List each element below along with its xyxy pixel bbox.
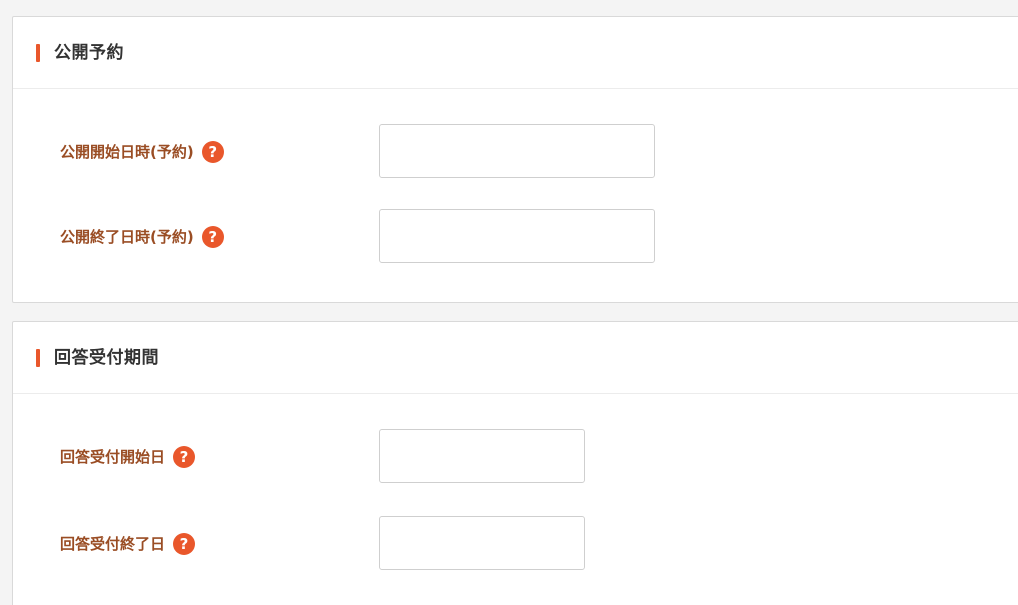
panel-header: 公開予約 [13, 17, 1018, 89]
answer-end-row: 回答受付終了日 ? [13, 516, 1018, 572]
help-icon[interactable]: ? [201, 226, 224, 248]
panel-header: 回答受付期間 [13, 322, 1018, 394]
answer-start-row: 回答受付開始日 ? [13, 429, 1018, 485]
publish-start-label: 公開開始日時(予約) [60, 143, 194, 161]
section-accent-bar [36, 349, 40, 367]
answer-start-input[interactable] [379, 429, 585, 483]
answer-period-panel: 回答受付期間 回答受付開始日 ? 回答受付終了日 ? [12, 321, 1018, 605]
help-icon[interactable]: ? [201, 141, 224, 163]
section-accent-bar [36, 44, 40, 62]
help-icon[interactable]: ? [173, 533, 196, 555]
field-label-wrapper: 公開終了日時(予約) ? [60, 224, 224, 250]
answer-end-input[interactable] [379, 516, 585, 570]
publish-end-label: 公開終了日時(予約) [60, 228, 194, 246]
publish-start-row: 公開開始日時(予約) ? [13, 124, 1018, 180]
help-icon[interactable]: ? [173, 446, 196, 468]
section-title: 公開予約 [54, 43, 124, 63]
publish-end-input[interactable] [379, 209, 655, 263]
publish-schedule-panel: 公開予約 公開開始日時(予約) ? 公開終了日時(予約) ? [12, 16, 1018, 303]
publish-end-row: 公開終了日時(予約) ? [13, 209, 1018, 265]
publish-start-input[interactable] [379, 124, 655, 178]
section-title: 回答受付期間 [54, 348, 159, 368]
field-label-wrapper: 回答受付終了日 ? [60, 531, 196, 557]
field-label-wrapper: 回答受付開始日 ? [60, 444, 196, 470]
page: 公開予約 公開開始日時(予約) ? 公開終了日時(予約) ? 回答受付期間 回答… [0, 0, 1018, 605]
answer-start-label: 回答受付開始日 [60, 448, 166, 466]
answer-end-label: 回答受付終了日 [60, 535, 166, 553]
field-label-wrapper: 公開開始日時(予約) ? [60, 139, 224, 165]
